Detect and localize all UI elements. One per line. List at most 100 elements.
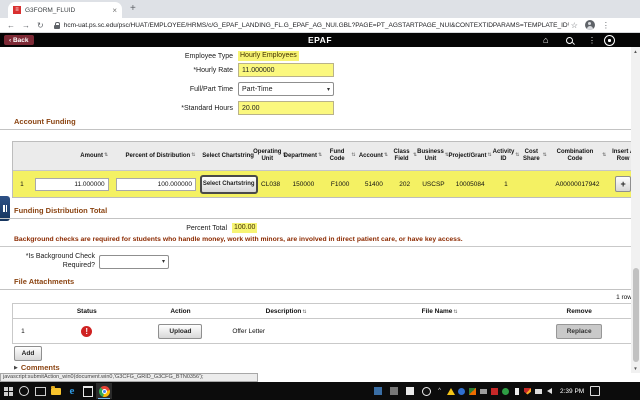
reload-icon[interactable]: ↻ <box>37 21 44 30</box>
hourly-rate-field[interactable]: 11.000000 <box>238 63 334 77</box>
insert-row-button[interactable]: + <box>615 176 632 192</box>
scroll-up-icon[interactable]: ▲ <box>631 47 640 56</box>
col-percent[interactable]: Percent of Distribution ⇅ <box>112 142 199 170</box>
select-chartstring-button[interactable]: Select Chartstring <box>199 174 258 194</box>
tab-close-icon[interactable]: × <box>112 6 117 15</box>
business-unit-value: USCSP <box>422 180 445 188</box>
profile-avatar[interactable] <box>584 20 595 30</box>
col-activity-id[interactable]: Activity ID ⇅ <box>492 142 520 170</box>
scroll-down-icon[interactable]: ▼ <box>631 364 640 373</box>
browser-tab[interactable]: ≡ G3FORM_FLUID × <box>8 2 122 18</box>
tray-volume-icon[interactable] <box>544 383 555 399</box>
taskbar-app-icon[interactable] <box>402 383 418 399</box>
replace-button[interactable]: Replace <box>556 323 603 339</box>
vertical-scrollbar[interactable]: ▲ ▼ <box>631 47 640 373</box>
back-nav-icon[interactable]: ← <box>7 21 15 30</box>
tray-phone-icon[interactable] <box>511 383 522 399</box>
amount-field[interactable]: 11.000000 <box>34 177 109 191</box>
sort-icon: ⇅ <box>453 308 458 315</box>
hourly-rate-label: *Hourly Rate <box>193 66 233 74</box>
col-description[interactable]: Description⇅ <box>220 308 352 315</box>
screen: ≡ G3FORM_FLUID × + ← → ↻ hcm-uat.ps.sc.e… <box>0 0 640 400</box>
employee-type-value: Hourly Employees <box>238 51 299 61</box>
show-hidden-icons[interactable]: ^ <box>434 383 445 399</box>
forward-nav-icon[interactable]: → <box>22 21 30 30</box>
bg-check-select[interactable]: ▾ <box>99 254 169 269</box>
col-operating-unit[interactable]: Operating Unit ⇅ <box>253 142 287 170</box>
search-icon[interactable] <box>566 37 573 44</box>
account-funding-grid: Amount ⇅ Percent of Distribution ⇅ Select … <box>12 141 640 198</box>
col-amount[interactable]: Amount ⇅ <box>31 142 112 170</box>
section-file-attachments: File Attachments <box>0 277 632 290</box>
cortana-icon[interactable] <box>16 383 32 399</box>
file-explorer-icon[interactable] <box>48 383 64 399</box>
standard-hours-field[interactable]: 20.00 <box>238 101 334 115</box>
add-attachment-button[interactable]: Add <box>14 346 42 361</box>
taskbar-clock[interactable]: 2:39 PM <box>560 388 584 395</box>
activity-id-value: 1 <box>504 180 508 188</box>
background-check-warning: Background checks are required for stude… <box>14 236 463 243</box>
tray-warning-icon[interactable] <box>445 383 456 399</box>
expand-arrow-icon: ▶ <box>14 364 18 371</box>
sort-icon: ⇅ <box>515 152 520 159</box>
col-combination-code[interactable]: Combination Code ⇅ <box>548 142 607 170</box>
col-status: Status <box>76 307 97 315</box>
col-file-name[interactable]: File Name⇅ <box>352 308 527 315</box>
comments-toggle[interactable]: ▶ Comments <box>14 363 60 372</box>
col-select-chartstring: Select Chartstring <box>202 152 254 159</box>
department-value: 150000 <box>292 180 315 188</box>
standard-hours-row: *Standard Hours 20.00 <box>0 101 334 115</box>
upload-button[interactable]: Upload <box>158 323 203 339</box>
project-grant-value: 10005084 <box>455 180 485 188</box>
chevron-down-icon: ▾ <box>161 259 165 266</box>
row-number: 1 <box>20 180 24 188</box>
employee-type-label: Employee Type <box>184 52 233 60</box>
row-count: 1 row <box>616 294 632 301</box>
taskbar-app-icon[interactable] <box>418 383 434 399</box>
task-view-icon[interactable] <box>32 383 48 399</box>
app-header-bar: EPAF ‹ Back ⌂ ⋮ <box>0 33 640 47</box>
col-fund-code[interactable]: Fund Code ⇅ <box>323 142 357 170</box>
col-cost-share[interactable]: Cost Share ⇅ <box>520 142 548 170</box>
tray-app-icon-blue[interactable] <box>456 383 467 399</box>
store-icon[interactable] <box>80 383 96 399</box>
col-department[interactable]: Department ⇅ <box>283 142 323 170</box>
bookmark-star-icon[interactable]: ☆ <box>571 21 578 30</box>
percent-field[interactable]: 100.000000 <box>115 177 196 191</box>
percent-total-row: Percent Total 100.00 <box>0 223 258 233</box>
scrollbar-thumb[interactable] <box>632 268 639 362</box>
tray-network-icon[interactable] <box>533 383 544 399</box>
actions-menu-icon[interactable]: ⋮ <box>588 35 596 46</box>
taskbar-app-icon[interactable] <box>370 383 386 399</box>
tray-app-icon-green-circle[interactable] <box>500 383 511 399</box>
navbar-icon[interactable] <box>604 34 615 46</box>
fund-code-value: F1000 <box>330 180 350 188</box>
col-business-unit[interactable]: Business Unit ⇅ <box>417 142 449 170</box>
status-bar-link-preview: javascript:submitAction_win0(document.wi… <box>0 373 258 382</box>
col-class-field[interactable]: Class Field ⇅ <box>390 142 418 170</box>
url-field[interactable]: hcm-uat.ps.sc.edu/psc/HUAT/EMPLOYEE/HRMS… <box>64 22 569 29</box>
new-tab-button[interactable]: + <box>130 3 136 14</box>
back-button[interactable]: ‹ Back <box>4 35 34 45</box>
windows-taskbar: e ^ 2:39 PM <box>0 382 640 400</box>
full-part-time-select[interactable]: Part-Time ▾ <box>238 82 334 96</box>
taskbar-app-icon[interactable] <box>386 383 402 399</box>
attachment-description: Offer Letter <box>232 327 266 335</box>
full-part-time-label: Full/Part Time <box>189 85 233 93</box>
tray-monitor-icon[interactable] <box>478 383 489 399</box>
browser-menu-icon[interactable]: ⋮ <box>602 21 610 30</box>
tab-favicon-icon: ≡ <box>13 6 21 14</box>
tray-app-icon-red[interactable] <box>489 383 500 399</box>
chrome-icon[interactable] <box>96 383 112 399</box>
home-icon[interactable]: ⌂ <box>543 35 548 45</box>
tray-shield-icon[interactable] <box>522 383 533 399</box>
sort-icon: ⇅ <box>351 152 356 159</box>
attachments-grid: Status Action Description⇅ File Name⇅ Re… <box>12 303 632 344</box>
start-button[interactable] <box>0 383 16 399</box>
sort-icon: ⇅ <box>542 152 547 159</box>
tray-app-icon-green[interactable] <box>467 383 478 399</box>
action-center-icon[interactable] <box>589 383 600 399</box>
edge-icon[interactable]: e <box>64 383 80 399</box>
col-account[interactable]: Account ⇅ <box>357 142 391 170</box>
col-project-grant[interactable]: Project/Grant ⇅ <box>448 142 492 170</box>
